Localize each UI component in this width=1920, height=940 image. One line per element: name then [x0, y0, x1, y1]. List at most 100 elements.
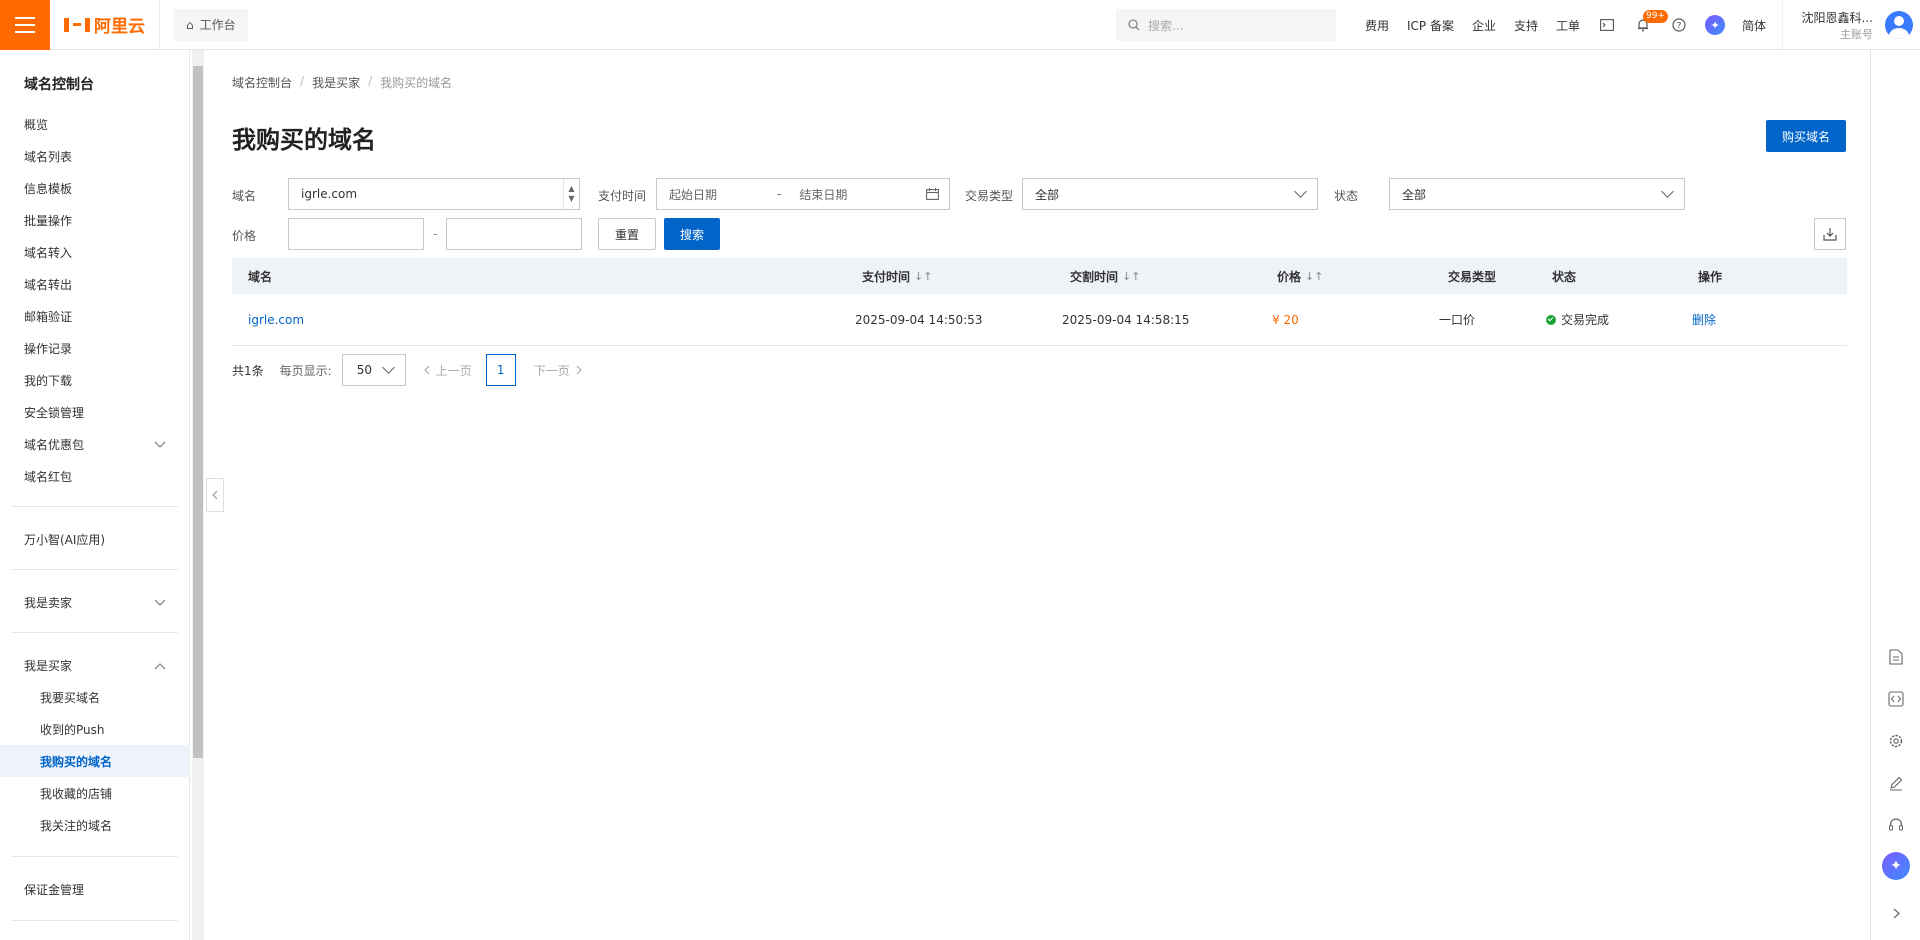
row-delete-link[interactable]: 删除	[1692, 294, 1716, 345]
sidebar-item-deposit[interactable]: 保证金管理	[24, 881, 166, 898]
header-status: 状态	[1552, 269, 1577, 284]
breadcrumb-item[interactable]: 域名控制台	[232, 74, 292, 91]
avatar[interactable]	[1885, 11, 1913, 39]
sidebar-divider	[12, 920, 178, 921]
start-date-placeholder: 起始日期	[669, 187, 718, 202]
prev-page-button[interactable]: 上一页	[423, 362, 472, 379]
row-deliver-time: 2025-09-04 14:58:15	[1062, 312, 1190, 327]
headset-icon[interactable]	[1887, 816, 1905, 834]
sidebar-sub-fav-shops[interactable]: 我收藏的店铺	[40, 785, 112, 802]
price-filter-label: 价格	[232, 229, 257, 243]
search-button[interactable]: 搜索	[664, 218, 720, 250]
aliyun-logo[interactable]: 阿里云	[50, 0, 160, 50]
sidebar-item-domain-list[interactable]: 域名列表	[24, 148, 166, 165]
sidebar-divider	[12, 569, 178, 570]
chevron-down-icon	[154, 441, 166, 448]
sidebar-item-ai-app[interactable]: 万小智(AI应用)	[24, 531, 166, 548]
breadcrumb-item[interactable]: 我是买家	[312, 74, 360, 91]
sidebar-item-security-lock[interactable]: 安全锁管理	[24, 404, 166, 421]
header-pay-time-label: 支付时间	[862, 269, 911, 284]
sidebar-item-batch[interactable]: 批量操作	[24, 212, 166, 229]
sidebar-item-label: 保证金管理	[24, 883, 85, 897]
paytime-filter-label: 支付时间	[598, 189, 647, 203]
sidebar-title: 域名控制台	[24, 77, 94, 93]
ai-assistant-icon[interactable]: ✦	[1882, 852, 1910, 880]
sidebar-sub-purchased[interactable]: 我购买的域名	[40, 753, 112, 770]
sidebar-item-discount-pack[interactable]: 域名优惠包	[24, 436, 166, 453]
account-name: 沈阳恩鑫科...	[1801, 10, 1873, 25]
sidebar-item-red-packet[interactable]: 域名红包	[24, 468, 166, 485]
sidebar-item-label: 安全锁管理	[24, 406, 85, 420]
current-page[interactable]: 1	[485, 354, 516, 386]
sidebar-divider	[12, 632, 178, 633]
download-button[interactable]	[1814, 218, 1846, 250]
sidebar-item-info-template[interactable]: 信息模板	[24, 180, 166, 197]
input-stepper[interactable]: ▲ ▼	[563, 179, 579, 209]
domain-filter-value: igrle.com	[301, 187, 358, 201]
top-link-icp[interactable]: ICP 备案	[1398, 17, 1463, 34]
help-icon[interactable]: ?	[1661, 0, 1697, 50]
top-link-enterprise[interactable]: 企业	[1463, 17, 1505, 34]
sidebar-item-transfer-out[interactable]: 域名转出	[24, 276, 166, 293]
language-switch[interactable]: 简体	[1733, 17, 1775, 34]
header-deliver-time[interactable]: 交割时间 ↓↑	[1070, 258, 1140, 294]
status-select[interactable]: 全部	[1389, 178, 1685, 210]
reset-button[interactable]: 重置	[598, 218, 656, 250]
row-pay-time: 2025-09-04 14:50:53	[855, 312, 983, 327]
code-icon[interactable]	[1887, 690, 1905, 708]
sidebar-item-op-log[interactable]: 操作记录	[24, 340, 166, 357]
menu-icon[interactable]	[0, 0, 50, 50]
workbench-button[interactable]: ⌂ 工作台	[174, 8, 248, 41]
per-page-select[interactable]: 50	[341, 354, 406, 386]
svg-text:?: ?	[1677, 22, 1682, 32]
document-icon[interactable]	[1887, 648, 1905, 666]
chevron-down-icon	[154, 599, 166, 606]
terminal-icon[interactable]	[1589, 0, 1625, 50]
top-link-support[interactable]: 支持	[1505, 17, 1547, 34]
top-search-input[interactable]: 搜索...	[1116, 9, 1336, 41]
domain-filter-input[interactable]: igrle.com ▲ ▼	[288, 178, 580, 210]
sidebar-item-label: 操作记录	[24, 342, 73, 356]
price-max-input[interactable]	[446, 218, 582, 250]
sidebar-item-label: 概览	[24, 118, 49, 132]
sidebar-item-label: 我是卖家	[24, 596, 73, 610]
sidebar-sub-buy-domain[interactable]: 我要买域名	[40, 689, 100, 706]
top-link-ticket[interactable]: 工单	[1547, 17, 1589, 34]
sidebar-item-seller[interactable]: 我是卖家	[24, 594, 166, 611]
bell-icon[interactable]: 99+	[1625, 0, 1669, 50]
sidebar-scrollbar[interactable]	[192, 50, 204, 940]
buy-domain-button[interactable]: 购买域名	[1766, 120, 1846, 152]
sort-icon: ↓↑	[914, 269, 933, 283]
row-price: ¥ 20	[1272, 312, 1299, 327]
account-menu[interactable]: 沈阳恩鑫科... 主账号	[1782, 0, 1920, 50]
sidebar-sub-push[interactable]: 收到的Push	[40, 721, 105, 738]
row-status: 交易完成	[1546, 294, 1609, 345]
sidebar-item-email-verify[interactable]: 邮箱验证	[24, 308, 166, 325]
next-page-button[interactable]: 下一页	[534, 362, 582, 379]
sidebar-item-transfer-in[interactable]: 域名转入	[24, 244, 166, 261]
price-min-input[interactable]	[288, 218, 424, 250]
sidebar-item-overview[interactable]: 概览	[24, 116, 166, 133]
sidebar-item-downloads[interactable]: 我的下载	[24, 372, 166, 389]
sidebar-sub-watched[interactable]: 我关注的域名	[40, 817, 112, 834]
header-price[interactable]: 价格 ↓↑	[1277, 258, 1323, 294]
header-pay-time[interactable]: 支付时间 ↓↑	[862, 258, 932, 294]
trade-type-value: 全部	[1035, 187, 1060, 202]
sidebar-item-label: 批量操作	[24, 214, 73, 228]
edit-icon[interactable]	[1887, 774, 1905, 792]
chevron-up-icon	[154, 662, 166, 669]
top-link-billing[interactable]: 费用	[1356, 17, 1398, 34]
sidebar-item-label: 域名转出	[24, 278, 73, 292]
row-domain-link[interactable]: igrle.com	[248, 294, 304, 345]
status-value: 全部	[1402, 187, 1427, 202]
scrollbar-thumb[interactable]	[193, 66, 203, 758]
gear-icon[interactable]	[1887, 732, 1905, 750]
paytime-range-picker[interactable]: 起始日期 - 结束日期	[656, 178, 950, 210]
workbench-label: 工作台	[199, 18, 236, 32]
chevron-left-icon	[423, 365, 430, 375]
chevron-right-icon[interactable]	[1887, 904, 1905, 922]
trade-type-select[interactable]: 全部	[1022, 178, 1318, 210]
sidebar-item-buyer[interactable]: 我是买家	[24, 657, 166, 674]
ai-assistant-icon[interactable]: ✦	[1697, 0, 1733, 50]
collapse-sidebar-button[interactable]	[206, 478, 224, 512]
